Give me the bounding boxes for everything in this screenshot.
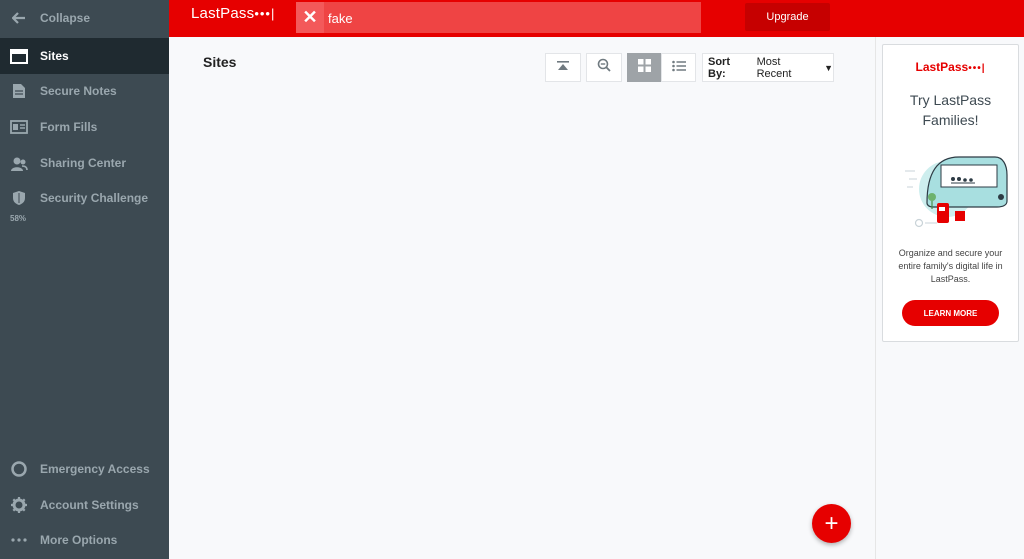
sidebar-item-security-challenge[interactable]: Security Challenge xyxy=(0,180,169,216)
learn-more-button[interactable]: LEARN MORE xyxy=(902,300,999,326)
sidebar-item-label: Account Settings xyxy=(40,498,139,512)
sidebar-item-emergency-access[interactable]: Emergency Access xyxy=(0,451,169,487)
sidebar-item-collapse[interactable]: Collapse xyxy=(0,0,169,36)
sidebar-item-form-fills[interactable]: Form Fills xyxy=(0,109,169,145)
plus-icon: + xyxy=(824,509,839,537)
browser-window-icon xyxy=(9,46,29,66)
sidebar-item-sites[interactable]: Sites xyxy=(0,38,169,74)
id-card-icon xyxy=(9,117,29,137)
logo-dots: •••| xyxy=(254,6,276,21)
zoom-out-button[interactable] xyxy=(586,53,622,82)
sidebar-item-label: Emergency Access xyxy=(40,462,150,476)
sidebar-item-account-settings[interactable]: Account Settings xyxy=(0,487,169,523)
users-icon xyxy=(9,153,29,173)
sidebar-item-label: Secure Notes xyxy=(40,84,117,98)
families-promo-card: LastPass•••| Try LastPass Families! Orga… xyxy=(882,44,1019,342)
sidebar: Collapse Sites Secure Notes Form Fills S… xyxy=(0,0,169,559)
main-content: Sites Sort By: Most Recent ▼ + xyxy=(169,37,875,559)
lifebuoy-icon xyxy=(9,459,29,479)
promo-logo: LastPass•••| xyxy=(883,60,1018,74)
sort-dropdown[interactable]: Sort By: Most Recent ▼ xyxy=(702,53,834,82)
promo-logo-text: LastPass xyxy=(915,60,969,74)
gear-icon xyxy=(9,495,29,515)
chevron-down-icon: ▼ xyxy=(824,62,833,73)
zoom-out-icon xyxy=(597,58,611,77)
sidebar-item-more-options[interactable]: More Options xyxy=(0,522,169,558)
sort-label: Sort By: xyxy=(708,55,730,80)
ellipsis-icon xyxy=(9,530,29,550)
promo-title: Try LastPass Families! xyxy=(909,92,992,128)
list-icon xyxy=(671,59,686,77)
promo-logo-dots: •••| xyxy=(968,63,986,74)
grid-icon xyxy=(638,58,651,77)
lastpass-logo[interactable]: LastPass•••| xyxy=(191,5,275,22)
list-view-button[interactable] xyxy=(661,53,696,82)
search-input[interactable] xyxy=(328,8,688,28)
sidebar-item-label: Form Fills xyxy=(40,120,98,134)
right-panel: LastPass•••| Try LastPass Families! Orga… xyxy=(875,37,1024,559)
sidebar-item-label: Sites xyxy=(40,49,69,63)
collapse-up-icon xyxy=(556,59,570,77)
sidebar-item-sharing-center[interactable]: Sharing Center xyxy=(0,145,169,181)
page-title: Sites xyxy=(203,54,237,70)
security-score: 58% xyxy=(10,214,27,223)
shield-icon xyxy=(9,188,29,208)
sidebar-item-label: More Options xyxy=(40,533,118,547)
arrow-left-icon xyxy=(9,8,29,28)
note-icon xyxy=(9,81,29,101)
sort-value: Most Recent xyxy=(756,55,792,80)
sidebar-item-secure-notes[interactable]: Secure Notes xyxy=(0,73,169,109)
collapse-all-button[interactable] xyxy=(545,53,581,82)
promo-description: Organize and secure your entire family's… xyxy=(898,248,1003,284)
top-bar: LastPass•••| ✕ Upgrade xyxy=(169,0,1024,37)
clear-search-icon[interactable]: ✕ xyxy=(296,2,324,33)
search-bar: ✕ xyxy=(296,2,701,33)
sidebar-item-label: Security Challenge xyxy=(40,191,149,205)
logo-text: LastPass xyxy=(191,5,255,22)
upgrade-button[interactable]: Upgrade xyxy=(745,3,830,31)
sidebar-item-label: Collapse xyxy=(40,11,91,25)
sidebar-item-label: Sharing Center xyxy=(40,156,127,170)
grid-view-button[interactable] xyxy=(627,53,662,82)
family-car-illustration xyxy=(905,156,1008,228)
add-item-button[interactable]: + xyxy=(812,504,851,543)
